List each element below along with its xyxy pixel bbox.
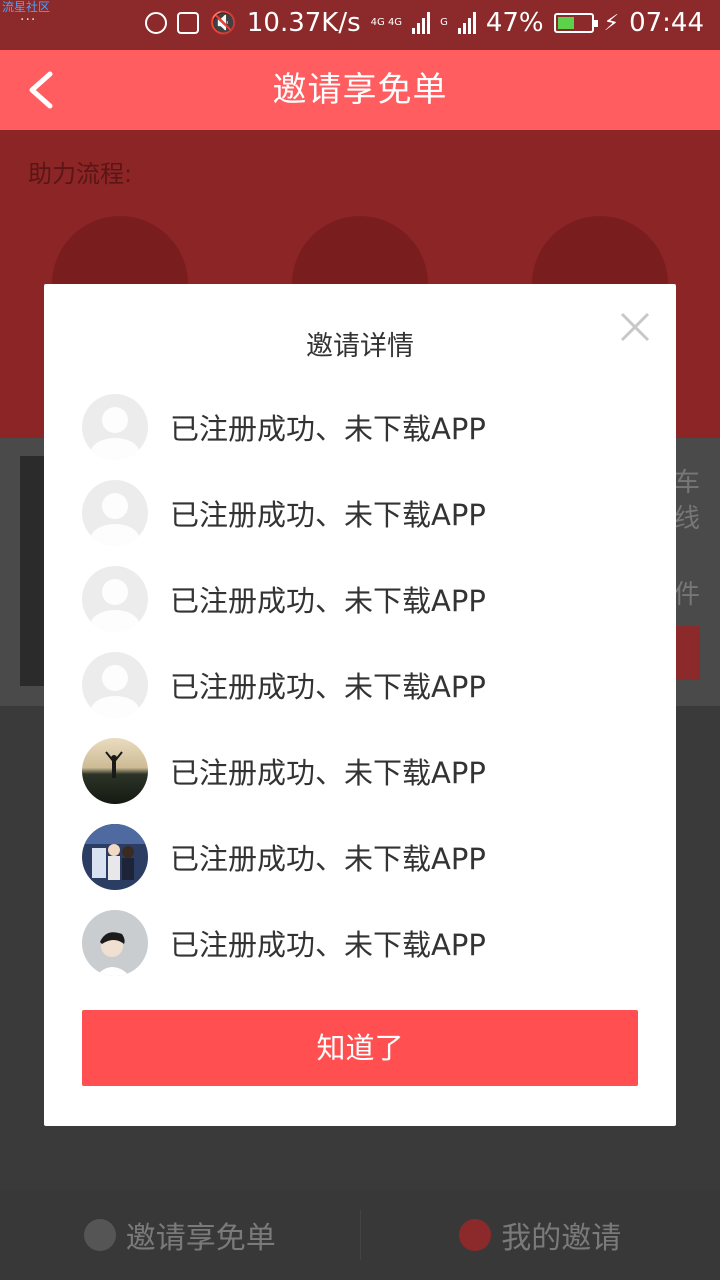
portrait-photo-avatar — [82, 910, 148, 976]
invite-status: 已注册成功、未下载APP — [170, 928, 486, 962]
mute-icon: 🔇 — [209, 10, 237, 36]
page-title: 邀请享免单 — [272, 70, 448, 110]
network-type-label-2: G — [440, 17, 448, 28]
couple-photo-avatar — [82, 824, 148, 890]
list-item: 已注册成功、未下载APP — [82, 470, 642, 556]
audio-icon — [145, 12, 168, 34]
list-item: 已注册成功、未下载APP — [82, 556, 642, 642]
invite-status: 已注册成功、未下载APP — [170, 412, 486, 446]
default-avatar — [82, 480, 148, 546]
confirm-button[interactable]: 知道了 — [82, 1010, 638, 1086]
default-avatar — [82, 566, 148, 632]
dialog-title: 邀请详情 — [306, 331, 414, 362]
signal-icon-2 — [457, 12, 476, 34]
invite-status: 已注册成功、未下载APP — [170, 498, 486, 532]
app-header: 邀请享免单 — [0, 50, 720, 130]
invite-status: 已注册成功、未下载APP — [170, 670, 486, 704]
back-button[interactable] — [22, 68, 62, 112]
default-avatar — [82, 394, 148, 460]
list-item: 已注册成功、未下载APP — [82, 814, 642, 900]
sunset-photo-avatar — [82, 738, 148, 804]
charging-icon: ⚡ — [603, 10, 620, 36]
network-speed: 10.37K/s — [246, 8, 361, 38]
battery-percent: 47% — [485, 8, 544, 38]
list-item: 已注册成功、未下载APP — [82, 384, 642, 470]
invite-details-dialog: 邀请详情 已注册成功、未下载APP 已注册成功、未下载APP 已注册成功、未下载… — [44, 284, 676, 1126]
signal-icon — [412, 12, 431, 34]
status-bar: 流星社区 ··· 🔇 10.37K/s 4G 4G G 47% ⚡ 07:44 — [0, 0, 720, 50]
sim-icon — [177, 12, 200, 34]
battery-icon — [553, 13, 598, 33]
invite-list: 已注册成功、未下载APP 已注册成功、未下载APP 已注册成功、未下载APP 已… — [82, 384, 642, 986]
chevron-left-icon — [29, 71, 53, 109]
notification-dots: ··· — [20, 12, 37, 28]
list-item: 已注册成功、未下载APP — [82, 642, 642, 728]
network-type-label: 4G 4G — [370, 17, 403, 28]
list-item: 已注册成功、未下载APP — [82, 900, 642, 986]
invite-status: 已注册成功、未下载APP — [170, 842, 486, 876]
invite-status: 已注册成功、未下载APP — [170, 584, 486, 618]
invite-status: 已注册成功、未下载APP — [170, 756, 486, 790]
clock: 07:44 — [629, 8, 704, 38]
list-item: 已注册成功、未下载APP — [82, 728, 642, 814]
default-avatar — [82, 652, 148, 718]
